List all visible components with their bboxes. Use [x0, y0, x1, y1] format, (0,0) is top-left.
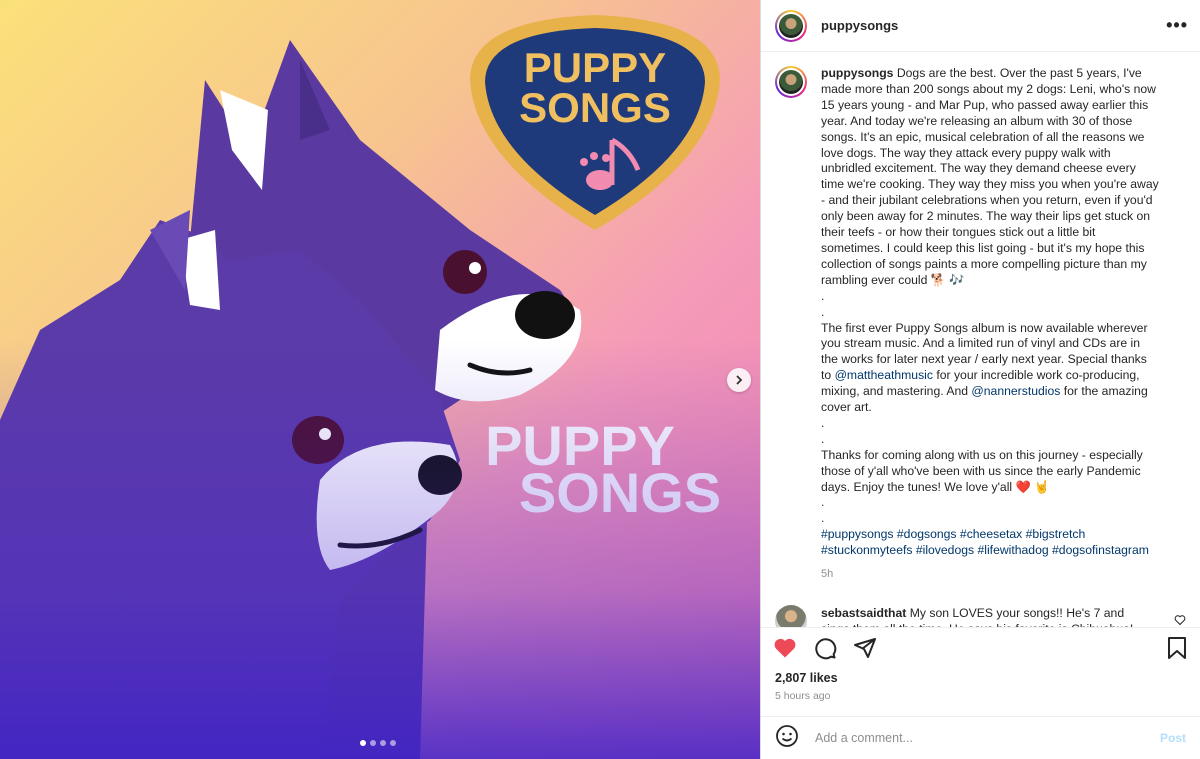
- like-heart-icon[interactable]: [773, 636, 797, 660]
- caption-timestamp: 5h: [821, 568, 834, 581]
- post-dialog: PUPPY SONGS PUPPY SONGS puppysongs ••• p…: [0, 0, 1200, 759]
- avatar[interactable]: [775, 605, 807, 627]
- caption-dot: .: [821, 495, 825, 510]
- carousel-next-button[interactable]: [727, 368, 751, 392]
- album-cover-art: PUPPY SONGS PUPPY SONGS: [0, 15, 721, 759]
- caption-username[interactable]: puppysongs: [821, 66, 893, 80]
- bookmark-icon[interactable]: [1166, 636, 1188, 660]
- badge-text-line2: SONGS: [519, 84, 671, 131]
- carousel-dot: [360, 740, 366, 746]
- emoji-icon[interactable]: [775, 724, 799, 753]
- puppy-songs-badge: PUPPY SONGS: [470, 15, 720, 230]
- more-options-icon[interactable]: •••: [1166, 15, 1188, 36]
- comment-text: sebastsaidthat My son LOVES your songs!!…: [821, 605, 1141, 627]
- caption-dot: .: [821, 304, 825, 319]
- carousel-dot: [390, 740, 396, 746]
- post-side-panel: puppysongs ••• puppysongs Dogs are the b…: [760, 0, 1200, 759]
- comment-icon[interactable]: [813, 636, 837, 660]
- avatar[interactable]: [775, 9, 807, 42]
- caption-paragraph-1: Dogs are the best. Over the past 5 years…: [821, 66, 1159, 287]
- hashtags-line-2[interactable]: #stuckonmyteefs #ilovedogs #lifewithadog…: [821, 543, 1159, 559]
- post-time: 5 hours ago: [775, 690, 831, 702]
- comment-username[interactable]: sebastsaidthat: [821, 606, 906, 620]
- header-username[interactable]: puppysongs: [821, 18, 1166, 33]
- caption: puppysongs Dogs are the best. Over the p…: [775, 66, 1186, 583]
- carousel-dot: [380, 740, 386, 746]
- caption-dot: .: [821, 415, 825, 430]
- comment-bar: Post: [761, 716, 1200, 759]
- like-comment-heart-icon[interactable]: [1174, 613, 1186, 627]
- post-media[interactable]: PUPPY SONGS PUPPY SONGS: [0, 0, 760, 759]
- carousel-indicator: [360, 740, 396, 746]
- caption-avatar[interactable]: [775, 66, 807, 98]
- chevron-right-icon: [736, 375, 743, 385]
- comment-input[interactable]: [813, 730, 1160, 746]
- hashtags-line-1[interactable]: #puppysongs #dogsongs #cheesetax #bigstr…: [821, 527, 1159, 543]
- mention-link[interactable]: @nannerstudios: [971, 384, 1060, 398]
- comment-item: sebastsaidthat My son LOVES your songs!!…: [775, 605, 1186, 627]
- carousel-dot: [370, 740, 376, 746]
- likes-count[interactable]: 2,807 likes: [775, 671, 838, 685]
- action-bar: [761, 627, 1200, 667]
- mention-link[interactable]: @mattheathmusic: [835, 368, 933, 382]
- post-header: puppysongs •••: [761, 0, 1200, 52]
- share-icon[interactable]: [853, 636, 877, 660]
- caption-dot: .: [821, 288, 825, 303]
- caption-dot: .: [821, 431, 825, 446]
- caption-dot: .: [821, 511, 825, 526]
- comments-scroll-area[interactable]: puppysongs Dogs are the best. Over the p…: [761, 52, 1200, 627]
- post-comment-button[interactable]: Post: [1160, 731, 1186, 745]
- caption-body: puppysongs Dogs are the best. Over the p…: [821, 66, 1159, 583]
- cover-title-line2: SONGS: [519, 461, 721, 524]
- caption-paragraph-3: Thanks for coming along with us on this …: [821, 447, 1143, 494]
